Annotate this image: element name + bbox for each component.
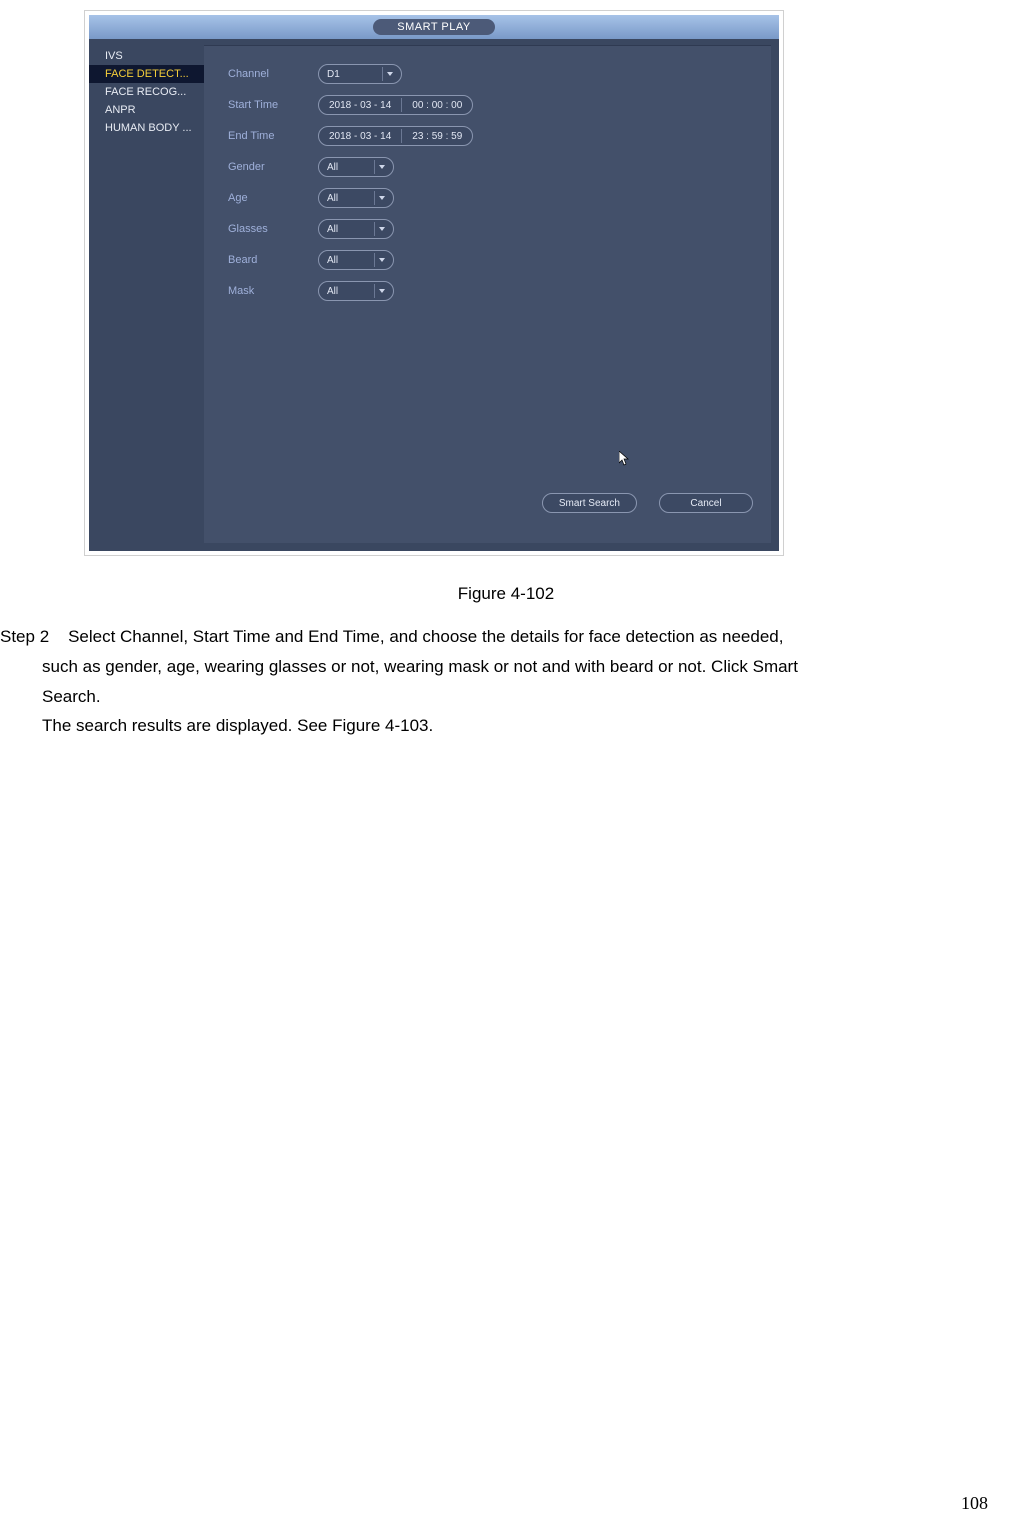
sidebar-item-label: FACE DETECT... — [105, 68, 189, 80]
gender-value: All — [327, 162, 368, 173]
chevron-down-icon — [374, 222, 389, 236]
start-date-value: 2018 - 03 - 14 — [319, 100, 401, 111]
channel-label: Channel — [228, 68, 318, 80]
age-value: All — [327, 193, 368, 204]
sidebar: IVS FACE DETECT... FACE RECOG... ANPR HU… — [89, 39, 204, 551]
window-body: IVS FACE DETECT... FACE RECOG... ANPR HU… — [89, 39, 779, 551]
window-title: SMART PLAY — [373, 19, 494, 35]
chevron-down-icon — [382, 67, 397, 81]
smart-search-button[interactable]: Smart Search — [542, 493, 637, 513]
end-time-label: End Time — [228, 130, 318, 142]
sidebar-item-human-body[interactable]: HUMAN BODY ... — [89, 119, 204, 137]
sidebar-item-face-detect[interactable]: FACE DETECT... — [89, 65, 204, 83]
gender-dropdown[interactable]: All — [318, 157, 394, 177]
row-age: Age All — [228, 188, 771, 208]
end-time-value: 23 : 59 : 59 — [402, 131, 472, 142]
chevron-down-icon — [374, 284, 389, 298]
step-body-2: such as gender, age, wearing glasses or … — [42, 657, 798, 676]
channel-value: D1 — [327, 69, 376, 80]
step-body-3: Search. — [42, 687, 101, 706]
row-channel: Channel D1 — [228, 64, 771, 84]
row-glasses: Glasses All — [228, 219, 771, 239]
page-number: 108 — [961, 1493, 988, 1514]
beard-label: Beard — [228, 254, 318, 266]
sidebar-item-anpr[interactable]: ANPR — [89, 101, 204, 119]
smart-play-window: SMART PLAY IVS FACE DETECT... FACE RECOG… — [89, 15, 779, 551]
row-end-time: End Time 2018 - 03 - 14 23 : 59 : 59 — [228, 126, 771, 146]
row-gender: Gender All — [228, 157, 771, 177]
sidebar-item-face-recog[interactable]: FACE RECOG... — [89, 83, 204, 101]
chevron-down-icon — [374, 253, 389, 267]
channel-dropdown[interactable]: D1 — [318, 64, 402, 84]
start-time-value: 00 : 00 : 00 — [402, 100, 472, 111]
chevron-down-icon — [374, 191, 389, 205]
sidebar-item-label: IVS — [105, 50, 123, 62]
beard-value: All — [327, 255, 368, 266]
glasses-label: Glasses — [228, 223, 318, 235]
sidebar-item-label: FACE RECOG... — [105, 86, 186, 98]
document-page: SMART PLAY IVS FACE DETECT... FACE RECOG… — [0, 0, 1012, 1538]
result-line: The search results are displayed. See Fi… — [42, 716, 433, 735]
row-start-time: Start Time 2018 - 03 - 14 00 : 00 : 00 — [228, 95, 771, 115]
age-label: Age — [228, 192, 318, 204]
end-date-value: 2018 - 03 - 14 — [319, 131, 401, 142]
cancel-button[interactable]: Cancel — [659, 493, 753, 513]
figure-caption: Figure 4-102 — [0, 584, 1012, 604]
sidebar-item-label: ANPR — [105, 104, 136, 116]
step-prefix: Step 2 — [0, 627, 49, 646]
sidebar-item-label: HUMAN BODY ... — [105, 122, 192, 134]
step-body-1: Select Channel, Start Time and End Time,… — [68, 627, 783, 646]
cursor-icon — [619, 451, 631, 470]
row-mask: Mask All — [228, 281, 771, 301]
age-dropdown[interactable]: All — [318, 188, 394, 208]
titlebar: SMART PLAY — [89, 15, 779, 39]
mask-label: Mask — [228, 285, 318, 297]
gender-label: Gender — [228, 161, 318, 173]
row-beard: Beard All — [228, 250, 771, 270]
glasses-dropdown[interactable]: All — [318, 219, 394, 239]
glasses-value: All — [327, 224, 368, 235]
end-time-field[interactable]: 2018 - 03 - 14 23 : 59 : 59 — [318, 126, 473, 146]
mask-dropdown[interactable]: All — [318, 281, 394, 301]
start-time-field[interactable]: 2018 - 03 - 14 00 : 00 : 00 — [318, 95, 473, 115]
beard-dropdown[interactable]: All — [318, 250, 394, 270]
start-time-label: Start Time — [228, 99, 318, 111]
chevron-down-icon — [374, 160, 389, 174]
search-form: Channel D1 Start Time 2018 - 03 - 14 — [204, 46, 771, 301]
instruction-text: Step 2 Select Channel, Start Time and En… — [0, 622, 1012, 741]
mask-value: All — [327, 286, 368, 297]
screenshot-figure: SMART PLAY IVS FACE DETECT... FACE RECOG… — [84, 10, 784, 556]
main-panel: Channel D1 Start Time 2018 - 03 - 14 — [204, 45, 771, 543]
sidebar-item-ivs[interactable]: IVS — [89, 47, 204, 65]
action-buttons: Smart Search Cancel — [542, 493, 753, 513]
